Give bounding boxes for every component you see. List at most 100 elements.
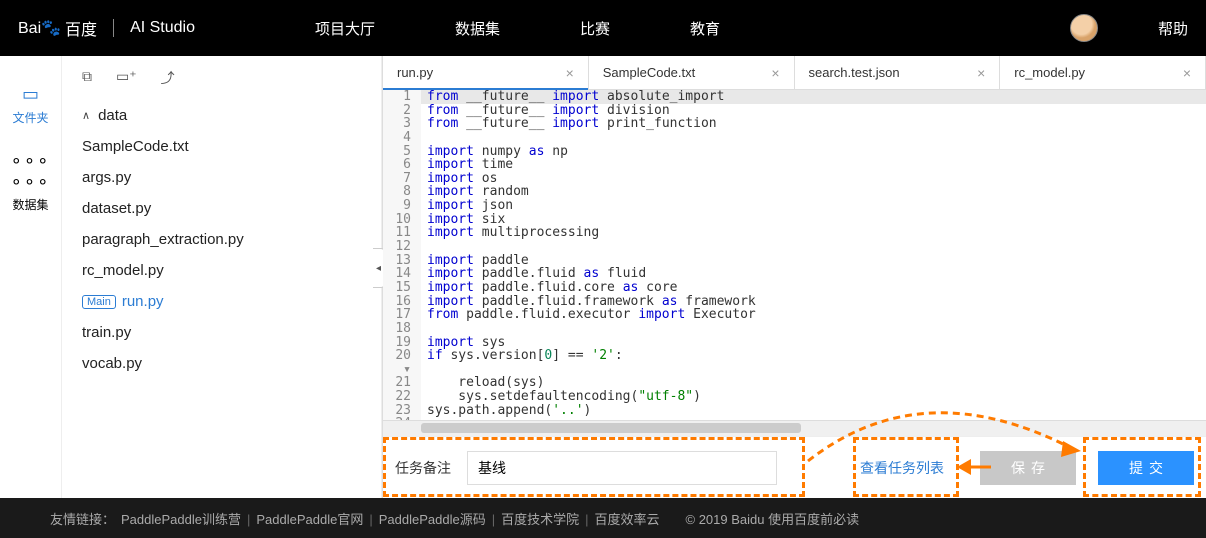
code-line[interactable]: 15import paddle.fluid.core as core xyxy=(383,281,1206,295)
footer-link[interactable]: 百度效率云 xyxy=(595,512,660,527)
save-button[interactable]: 保存 xyxy=(980,451,1076,485)
studio-logo: AI Studio xyxy=(130,19,195,37)
nav-education[interactable]: 教育 xyxy=(690,18,720,39)
submit-button[interactable]: 提交 xyxy=(1098,451,1194,485)
tab-label: run.py xyxy=(397,65,433,80)
logo[interactable]: Bai🐾百度 AI Studio xyxy=(18,16,195,40)
close-icon[interactable]: × xyxy=(977,65,985,81)
folder-label: data xyxy=(98,107,127,124)
code-line[interactable]: 21 reload(sys) xyxy=(383,376,1206,390)
code-line[interactable]: 9import json xyxy=(383,199,1206,213)
code-content: import os xyxy=(421,172,1206,186)
line-number: 15 xyxy=(383,281,421,295)
code-content: from __future__ import print_function xyxy=(421,117,1206,131)
code-editor[interactable]: 1from __future__ import absolute_import2… xyxy=(383,90,1206,498)
new-folder-icon[interactable]: ▭⁺ xyxy=(116,68,137,88)
rail-datasets[interactable]: ∘∘∘∘∘∘ 数据集 xyxy=(0,142,61,229)
code-line[interactable]: 6import time xyxy=(383,158,1206,172)
main: ▭ 文件夹 ∘∘∘∘∘∘ 数据集 ⧉ ▭⁺ ⤴ ∧ data SampleCod… xyxy=(0,56,1206,498)
new-file-icon[interactable]: ⧉ xyxy=(82,68,92,88)
avatar[interactable] xyxy=(1070,14,1098,42)
line-number: 5 xyxy=(383,145,421,159)
view-task-list-link[interactable]: 查看任务列表 xyxy=(860,458,944,478)
line-number: 20 ▾ xyxy=(383,349,421,376)
code-line[interactable]: 23sys.path.append('..') xyxy=(383,404,1206,418)
tree-file[interactable]: rc_model.py xyxy=(78,255,365,286)
separator: | xyxy=(369,512,372,527)
close-icon[interactable]: × xyxy=(1183,65,1191,81)
line-number: 22 xyxy=(383,390,421,404)
code-line[interactable]: 3from __future__ import print_function xyxy=(383,117,1206,131)
code-line[interactable]: 11import multiprocessing xyxy=(383,226,1206,240)
code-content xyxy=(421,131,1206,145)
tree-file[interactable]: Mainrun.py xyxy=(78,286,365,317)
code-content: sys.setdefaultencoding("utf-8") xyxy=(421,390,1206,404)
separator: | xyxy=(492,512,495,527)
code-line[interactable]: 5import numpy as np xyxy=(383,145,1206,159)
tree-file[interactable]: vocab.py xyxy=(78,348,365,379)
folder-icon: ▭ xyxy=(0,84,61,105)
footer-link[interactable]: PaddlePaddle官网 xyxy=(256,512,363,527)
code-line[interactable]: 2from __future__ import division xyxy=(383,104,1206,118)
code-line[interactable]: 12 xyxy=(383,240,1206,254)
editor-tab[interactable]: SampleCode.txt× xyxy=(589,56,795,89)
line-number: 13 xyxy=(383,254,421,268)
code-line[interactable]: 17from paddle.fluid.executor import Exec… xyxy=(383,308,1206,322)
scrollbar-thumb[interactable] xyxy=(421,423,801,433)
code-line[interactable]: 4 xyxy=(383,131,1206,145)
code-line[interactable]: 1from __future__ import absolute_import xyxy=(383,90,1206,104)
footer-link[interactable]: 百度技术学院 xyxy=(501,512,579,527)
rail-folders[interactable]: ▭ 文件夹 xyxy=(0,76,61,142)
line-number: 23 xyxy=(383,404,421,418)
tree-file[interactable]: args.py xyxy=(78,162,365,193)
code-line[interactable]: 10import six xyxy=(383,213,1206,227)
tree-file[interactable]: SampleCode.txt xyxy=(78,131,365,162)
code-line[interactable]: 20 ▾if sys.version[0] == '2': xyxy=(383,349,1206,376)
task-remark-input[interactable] xyxy=(467,451,777,485)
file-sidebar: ⧉ ▭⁺ ⤴ ∧ data SampleCode.txt args.py datas… xyxy=(62,56,382,498)
code-line[interactable]: 16import paddle.fluid.framework as frame… xyxy=(383,295,1206,309)
footer-copyright: © 2019 Baidu 使用百度前必读 xyxy=(686,509,860,528)
editor-tabs: run.py×SampleCode.txt×search.test.json×r… xyxy=(383,56,1206,90)
code-content: import time xyxy=(421,158,1206,172)
code-line[interactable]: 13import paddle xyxy=(383,254,1206,268)
editor-tab[interactable]: rc_model.py × xyxy=(1000,56,1206,89)
code-content: from __future__ import absolute_import xyxy=(421,90,1206,104)
footer-link[interactable]: PaddlePaddle训练营 xyxy=(121,512,241,527)
code-line[interactable]: 22 sys.setdefaultencoding("utf-8") xyxy=(383,390,1206,404)
close-icon[interactable]: × xyxy=(771,65,779,81)
code-content: import numpy as np xyxy=(421,145,1206,159)
editor-tab[interactable]: search.test.json× xyxy=(795,56,1001,89)
dataset-icon: ∘∘∘∘∘∘ xyxy=(0,150,61,192)
editor-tab[interactable]: run.py × xyxy=(383,56,589,89)
horizontal-scrollbar[interactable] xyxy=(383,420,1206,436)
code-line[interactable]: 14import paddle.fluid as fluid xyxy=(383,267,1206,281)
footer-link[interactable]: PaddlePaddle源码 xyxy=(379,512,486,527)
code-line[interactable]: 7import os xyxy=(383,172,1206,186)
nav-projects[interactable]: 项目大厅 xyxy=(315,18,375,39)
nav-competitions[interactable]: 比赛 xyxy=(580,18,610,39)
separator: | xyxy=(247,512,250,527)
file-label: SampleCode.txt xyxy=(82,138,189,155)
code-line[interactable]: 19import sys xyxy=(383,336,1206,350)
code-line[interactable]: 18 xyxy=(383,322,1206,336)
tree-file[interactable]: paragraph_extraction.py xyxy=(78,224,365,255)
help-link[interactable]: 帮助 xyxy=(1158,18,1188,39)
nav-datasets[interactable]: 数据集 xyxy=(455,18,500,39)
file-tree: ∧ data SampleCode.txt args.py dataset.py pa… xyxy=(70,100,373,379)
task-remark-label: 任务备注 xyxy=(395,458,451,478)
close-icon[interactable]: × xyxy=(566,65,574,81)
tree-folder-data[interactable]: ∧ data xyxy=(78,100,365,131)
code-content: import multiprocessing xyxy=(421,226,1206,240)
code-line[interactable]: 8import random xyxy=(383,185,1206,199)
upload-icon[interactable]: ⤴ xyxy=(161,68,175,88)
code-content xyxy=(421,240,1206,254)
file-label: dataset.py xyxy=(82,200,151,217)
tree-file[interactable]: dataset.py xyxy=(78,193,365,224)
tree-file[interactable]: train.py xyxy=(78,317,365,348)
code-content: import paddle.fluid.framework as framewo… xyxy=(421,295,1206,309)
tab-label: rc_model.py xyxy=(1014,65,1085,80)
editor-area: ◂ run.py×SampleCode.txt×search.test.json… xyxy=(382,56,1206,498)
code-content: if sys.version[0] == '2': xyxy=(421,349,1206,376)
line-number: 1 xyxy=(383,90,421,104)
